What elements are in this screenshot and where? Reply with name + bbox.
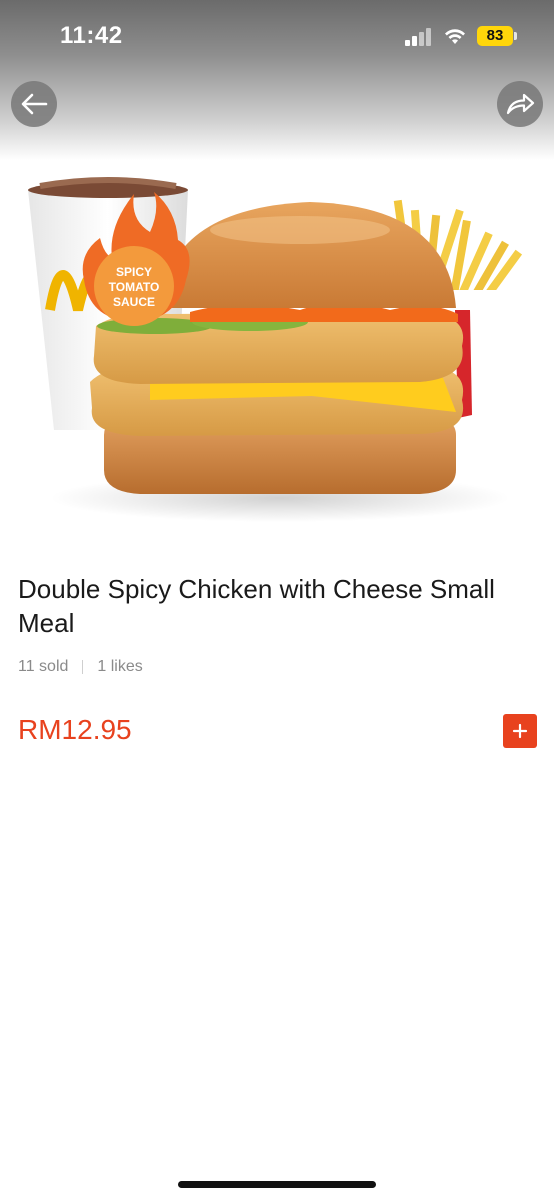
- sold-count: 11 sold: [18, 658, 69, 675]
- product-price: RM12.95: [18, 714, 132, 745]
- share-arrow-icon: [506, 93, 535, 115]
- add-to-cart-button[interactable]: [503, 714, 537, 748]
- badge-line-2: TOMATO: [109, 280, 160, 294]
- status-bar: 11:42 83: [0, 0, 554, 72]
- arrow-left-icon: [21, 93, 48, 115]
- wifi-icon: [445, 29, 465, 44]
- stats-divider: [82, 660, 84, 674]
- cellular-signal-icon: [405, 28, 431, 46]
- product-title: Double Spicy Chicken with Cheese Small M…: [18, 574, 495, 638]
- share-button[interactable]: [497, 81, 543, 127]
- badge-line-3: SAUCE: [113, 295, 155, 309]
- battery-level: 83: [477, 26, 513, 46]
- product-stats: 11 sold 1 likes: [18, 658, 143, 676]
- product-image: SPICY TOMATO SAUCE: [28, 177, 525, 522]
- likes-count: 1 likes: [97, 658, 143, 675]
- status-time: 11:42: [60, 22, 123, 49]
- battery-cap: [514, 32, 517, 40]
- badge-line-1: SPICY: [116, 265, 152, 279]
- back-button[interactable]: [11, 81, 57, 127]
- plus-icon: [512, 723, 528, 739]
- home-indicator[interactable]: [178, 1181, 376, 1188]
